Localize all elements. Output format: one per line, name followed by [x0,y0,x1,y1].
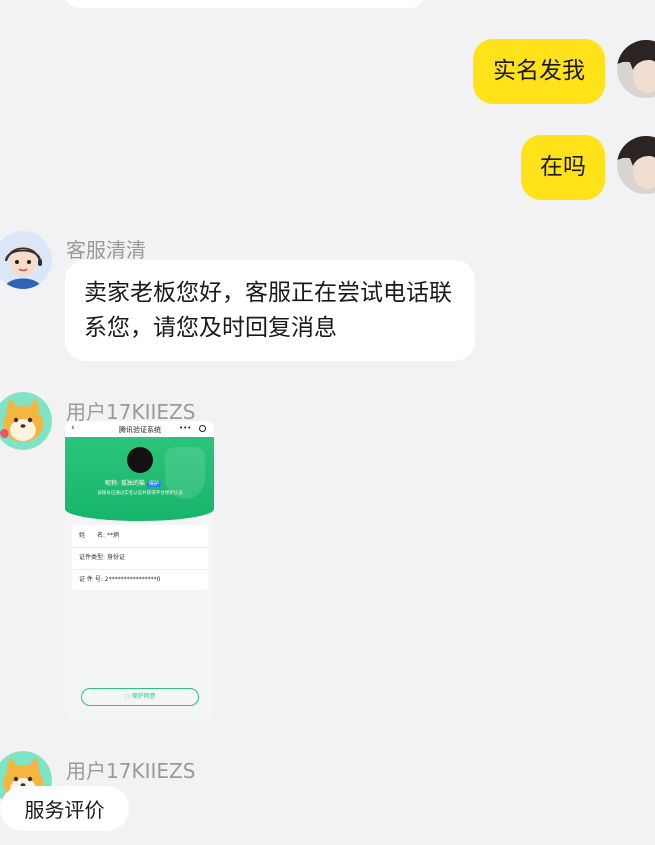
screenshot-protect-button: ◌ 保护同意 [81,688,199,706]
user-avatar[interactable] [0,392,52,450]
profile-avatar [127,447,153,473]
id-row-value: 2****************0 [104,576,161,583]
screenshot-nickname: 昵称: 孤独的猫 [105,480,145,487]
protect-badge: 保护 [146,481,161,487]
outgoing-message-bubble[interactable]: 在吗 [521,135,605,200]
agent-avatar[interactable] [0,231,52,289]
id-row-label: 姓 名: [79,532,106,539]
self-avatar[interactable] [617,40,655,98]
self-avatar-icon [617,136,655,194]
id-row: 证件类型: 身份证 [79,547,125,569]
id-row: 证 件 号: 2****************0 [79,569,160,591]
shiba-dog-avatar-icon [0,392,52,450]
agent-message-text: 卖家老板您好，客服正在尝试电话联系您，请您及时回复消息 [84,280,452,341]
id-row-value: **炳 [106,532,119,539]
more-icon: ••• [179,424,192,432]
screenshot-description: 该账号已通过实名认证并获得平台保护认证 [97,491,183,496]
back-chevron-icon: ‹ [71,423,75,433]
id-row-label: 证 件 号: [79,576,103,583]
screenshot-image-message[interactable]: ‹ 腾讯验证系统 ••• 昵称: 孤独的猫 保护 该账号已通过实名认证并获得平台… [65,421,214,719]
service-rating-button[interactable]: 服务评价 [0,786,129,831]
screenshot-banner: 昵称: 孤独的猫 保护 该账号已通过实名认证并获得平台保护认证 [65,437,214,521]
self-avatar-icon [617,40,655,98]
agent-name: 客服清清 [66,238,146,262]
screenshot-button-label: 保护同意 [131,693,156,700]
id-row-label: 证件类型: [79,554,106,561]
outgoing-message-text: 在吗 [540,154,586,180]
service-rating-label: 服务评价 [24,798,105,822]
nickname-line: 昵称: 孤独的猫 保护 [105,478,161,487]
user-name: 用户17KIIEZS [66,759,196,783]
id-row-value: 身份证 [106,554,125,561]
id-info-card: 姓 名: **炳 证件类型: 身份证 证 件 号: 2*************… [72,525,208,590]
agent-message-bubble[interactable]: 卖家老板您好，客服正在尝试电话联系您，请您及时回复消息 [65,260,475,361]
customer-service-agent-icon [0,231,52,289]
target-icon [199,425,206,432]
id-row: 姓 名: **炳 [79,525,119,547]
screenshot-title: 腾讯验证系统 [119,426,161,434]
previous-message-bubble [65,0,425,8]
outgoing-message-bubble[interactable]: 实名发我 [473,39,605,104]
outgoing-message-text: 实名发我 [493,58,585,84]
self-avatar[interactable] [617,136,655,194]
check-circle-icon: ◌ [124,693,130,700]
screenshot-header: ‹ 腾讯验证系统 ••• [65,421,214,437]
